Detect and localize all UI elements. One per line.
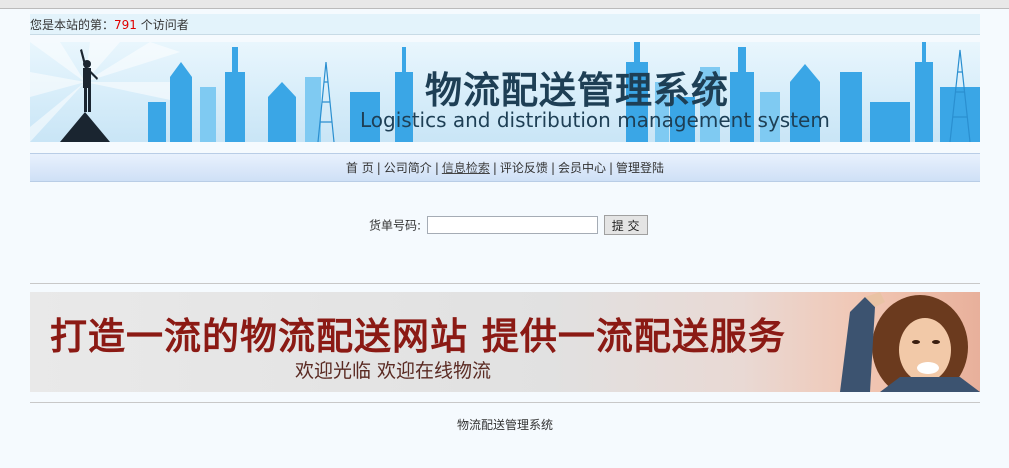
visitor-prefix: 您是本站的第： bbox=[30, 18, 115, 32]
nav-separator: | bbox=[376, 161, 381, 175]
nav-info-search[interactable]: 信息检索 bbox=[442, 161, 490, 175]
smiling-woman-photo bbox=[840, 292, 980, 392]
divider bbox=[30, 283, 980, 284]
nav-separator: | bbox=[434, 161, 439, 175]
promo-subline: 欢迎光临 欢迎在线物流 bbox=[295, 360, 492, 382]
waybill-search-form: 货单号码: 提 交 bbox=[369, 215, 648, 237]
header-banner: 物流配送管理系统 Logistics and distribution mana… bbox=[30, 42, 980, 142]
banner-subtitle: Logistics and distribution management sy… bbox=[360, 108, 830, 132]
submit-button[interactable]: 提 交 bbox=[603, 215, 648, 235]
visitor-count: 791 bbox=[114, 18, 137, 32]
nav-home[interactable]: 首 页 bbox=[346, 161, 374, 175]
visitor-suffix: 个访问者 bbox=[136, 18, 189, 32]
waybill-number-input[interactable] bbox=[426, 216, 598, 234]
nav-separator: | bbox=[492, 161, 497, 175]
promo-headline: 打造一流的物流配送网站 提供一流配送服务 bbox=[50, 314, 786, 358]
nav-separator: | bbox=[550, 161, 555, 175]
nav-company-intro[interactable]: 公司简介 bbox=[384, 161, 432, 175]
footer-text: 物流配送管理系统 bbox=[456, 418, 553, 432]
browser-top-strip bbox=[0, 0, 1009, 9]
divider bbox=[30, 402, 980, 403]
nav-member-center[interactable]: 会员中心 bbox=[558, 161, 606, 175]
visitor-counter-bar: 您是本站的第：791 个访问者 bbox=[30, 14, 980, 35]
main-nav: 首 页 | 公司简介 | 信息检索 | 评论反馈 | 会员中心 | 管理登陆 bbox=[30, 153, 980, 182]
nav-admin-login[interactable]: 管理登陆 bbox=[616, 161, 664, 175]
banner-title: 物流配送管理系统 bbox=[425, 68, 729, 112]
nav-separator: | bbox=[609, 161, 614, 175]
nav-feedback[interactable]: 评论反馈 bbox=[500, 161, 548, 175]
promo-banner: 打造一流的物流配送网站 提供一流配送服务 欢迎光临 欢迎在线物流 bbox=[30, 292, 980, 392]
waybill-number-label: 货单号码: bbox=[369, 218, 422, 233]
